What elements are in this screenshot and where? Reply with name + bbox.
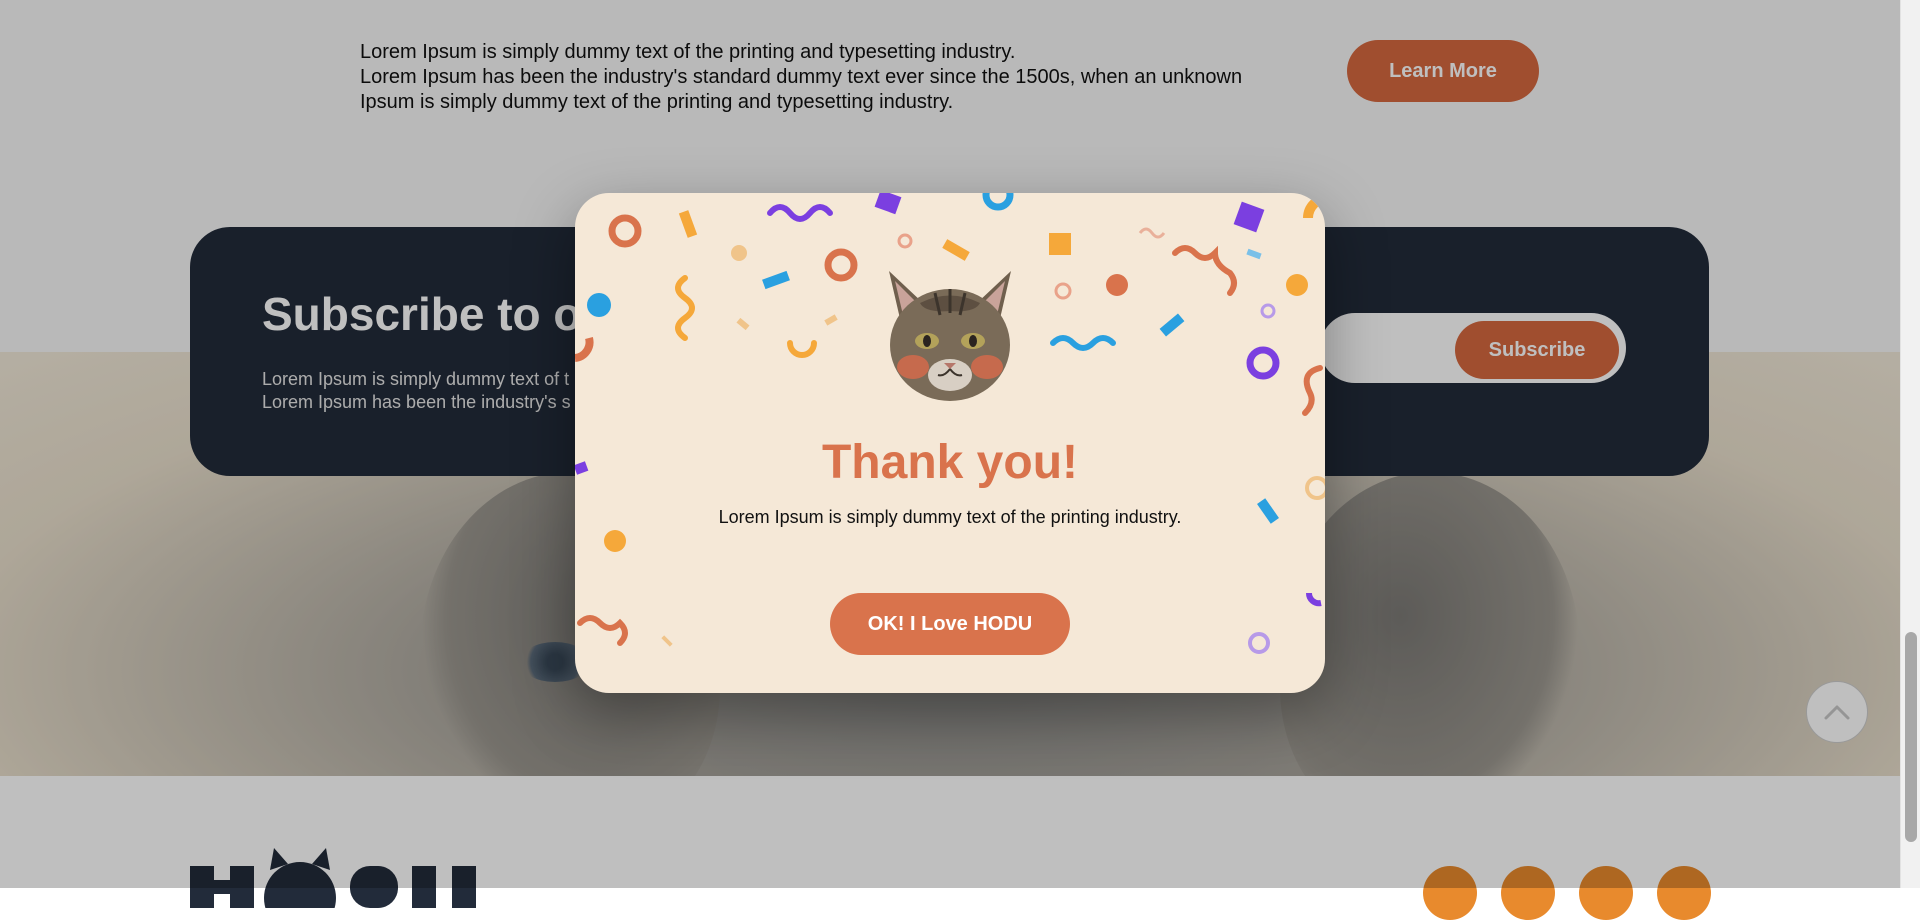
ok-button[interactable]: OK! I Love HODU xyxy=(830,593,1070,655)
cat-face-image xyxy=(889,271,1011,401)
modal-message: Lorem Ipsum is simply dummy text of the … xyxy=(718,507,1182,527)
page: Lorem Ipsum is simply dummy text of the … xyxy=(0,0,1900,920)
modal-title: Thank you! xyxy=(821,436,1078,489)
thank-you-modal: Thank you! Lorem Ipsum is simply dummy t… xyxy=(575,193,1325,693)
page-scrollbar[interactable] xyxy=(1900,0,1920,888)
scrollbar-thumb[interactable] xyxy=(1905,632,1917,842)
